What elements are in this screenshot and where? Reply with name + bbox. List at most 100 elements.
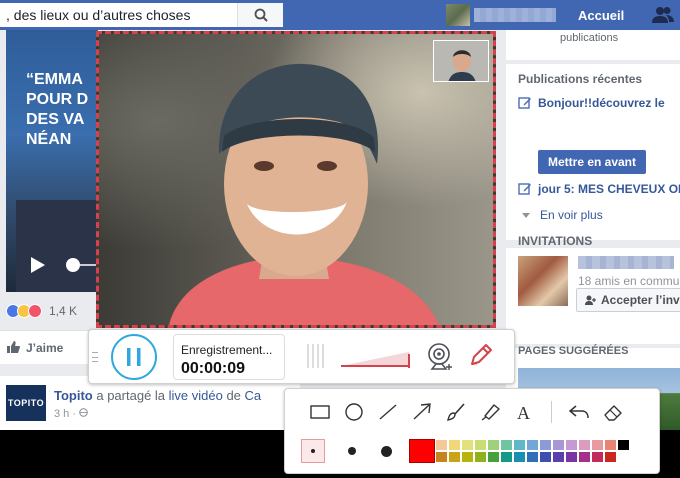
color-swatch[interactable] (435, 451, 448, 463)
eraser-icon[interactable] (596, 399, 630, 425)
picture-in-picture-preview[interactable] (433, 40, 489, 82)
right-sidebar: publications Publications récentes Bonjo… (506, 30, 680, 430)
highlighter-icon[interactable] (473, 399, 507, 425)
edit-post-icon (518, 183, 531, 195)
invitation-name-blurred[interactable] (578, 256, 674, 269)
live-video-link[interactable]: live vidéo (169, 388, 223, 403)
friend-requests-icon[interactable] (652, 6, 674, 24)
color-swatch[interactable] (552, 451, 565, 463)
drag-handle[interactable] (92, 352, 98, 362)
rectangle-icon[interactable] (303, 399, 337, 425)
pause-button[interactable] (111, 334, 157, 380)
brush-size-large[interactable] (369, 439, 403, 463)
color-swatch[interactable] (500, 439, 513, 451)
recording-label: Enregistrement... (181, 343, 273, 357)
color-swatch[interactable] (539, 439, 552, 451)
color-swatch[interactable] (461, 451, 474, 463)
toolbar-divider (551, 401, 552, 423)
invitations-heading: INVITATIONS (518, 234, 593, 248)
color-swatch[interactable] (435, 439, 448, 451)
promote-button[interactable]: Mettre en avant (538, 150, 646, 174)
like-action-bar: J’aime (0, 330, 98, 364)
svg-text:A: A (517, 403, 530, 421)
video-seek-handle[interactable] (66, 258, 80, 272)
search-input[interactable]: , des lieux ou d’autres choses (0, 7, 237, 23)
tool-row: A (303, 399, 630, 425)
color-swatch[interactable] (565, 439, 578, 451)
brush-size-medium[interactable] (335, 439, 369, 463)
profile-name-blurred[interactable] (474, 8, 556, 22)
selected-color-swatch[interactable] (409, 439, 435, 463)
color-swatch[interactable] (526, 439, 539, 451)
chevron-down-icon (522, 212, 530, 218)
color-swatch[interactable] (448, 439, 461, 451)
pip-person (434, 41, 488, 81)
page-name-link[interactable]: Topito (54, 388, 93, 403)
color-swatch[interactable] (578, 439, 591, 451)
nav-home-link[interactable]: Accueil (578, 8, 624, 23)
color-swatch[interactable] (513, 451, 526, 463)
text-icon[interactable]: A (507, 399, 541, 425)
color-swatch[interactable] (578, 451, 591, 463)
audio-level-meter (307, 344, 324, 368)
recent-posts-heading: Publications récentes (518, 72, 643, 86)
undo-icon[interactable] (562, 399, 596, 425)
search-icon (254, 8, 268, 22)
color-swatch[interactable] (526, 451, 539, 463)
color-swatch[interactable] (617, 451, 630, 463)
color-swatch[interactable] (565, 451, 578, 463)
play-icon[interactable] (30, 256, 46, 274)
recent-post-1[interactable]: Bonjour!!découvrez le (518, 96, 665, 110)
search-bar[interactable]: , des lieux ou d’autres choses (0, 3, 283, 27)
video-caption: “EMMA POUR D DES VA NÉAN (26, 71, 89, 148)
color-swatch[interactable] (604, 439, 617, 451)
color-swatch[interactable] (448, 451, 461, 463)
color-swatch[interactable] (474, 439, 487, 451)
globe-icon (79, 408, 88, 417)
accept-invitation-button[interactable]: Accepter l’inv (576, 288, 680, 312)
color-swatch[interactable] (487, 451, 500, 463)
reactions-summary[interactable]: 1,4 K (6, 304, 77, 318)
publications-card: publications (506, 30, 680, 60)
mutual-friends-text: 18 amis en commu (578, 274, 680, 288)
volume-slider[interactable] (341, 350, 413, 368)
search-button[interactable] (237, 3, 283, 27)
thumbs-up-icon (7, 341, 20, 353)
webcam-icon[interactable] (427, 342, 455, 372)
capture-region[interactable] (96, 31, 496, 328)
color-swatch[interactable] (591, 439, 604, 451)
color-swatch[interactable] (604, 451, 617, 463)
color-swatch[interactable] (617, 439, 630, 451)
color-swatch[interactable] (552, 439, 565, 451)
brush-size-small[interactable] (301, 439, 325, 463)
topito-logo[interactable]: TOPITO (6, 385, 46, 421)
post-timestamp[interactable]: 3 h · (54, 408, 88, 420)
suggested-pages-heading: PAGES SUGGÉRÉES (518, 345, 629, 357)
brush-icon[interactable] (439, 399, 473, 425)
draw-pen-icon[interactable] (467, 341, 495, 369)
profile-avatar[interactable] (446, 4, 470, 26)
target-page-link[interactable]: Ca (245, 388, 262, 403)
color-swatch[interactable] (487, 439, 500, 451)
color-swatch[interactable] (513, 439, 526, 451)
ellipse-icon[interactable] (337, 399, 371, 425)
color-swatch[interactable] (591, 451, 604, 463)
invitation-avatar[interactable] (518, 256, 568, 306)
color-swatch[interactable] (500, 451, 513, 463)
video-player[interactable]: “EMMA POUR D DES VA NÉAN (6, 30, 98, 292)
color-swatch[interactable] (539, 451, 552, 463)
color-swatch[interactable] (461, 439, 474, 451)
recording-status: Enregistrement... 00:00:09 (173, 334, 285, 380)
love-reaction-icon (28, 304, 42, 318)
see-more-link[interactable]: En voir plus (522, 208, 603, 222)
drawing-tools-panel: A (284, 388, 660, 474)
color-palette[interactable] (435, 439, 630, 463)
arrow-icon[interactable] (405, 399, 439, 425)
recent-post-2[interactable]: jour 5: MES CHEVEUX OI (518, 182, 680, 196)
line-icon[interactable] (371, 399, 405, 425)
shared-post: TOPITO Topito a partagé la live vidéo de… (0, 376, 300, 430)
like-button[interactable]: J’aime (26, 341, 63, 355)
pause-icon (127, 348, 141, 366)
color-swatch[interactable] (474, 451, 487, 463)
post-header: Topito a partagé la live vidéo de Ca (54, 388, 261, 403)
